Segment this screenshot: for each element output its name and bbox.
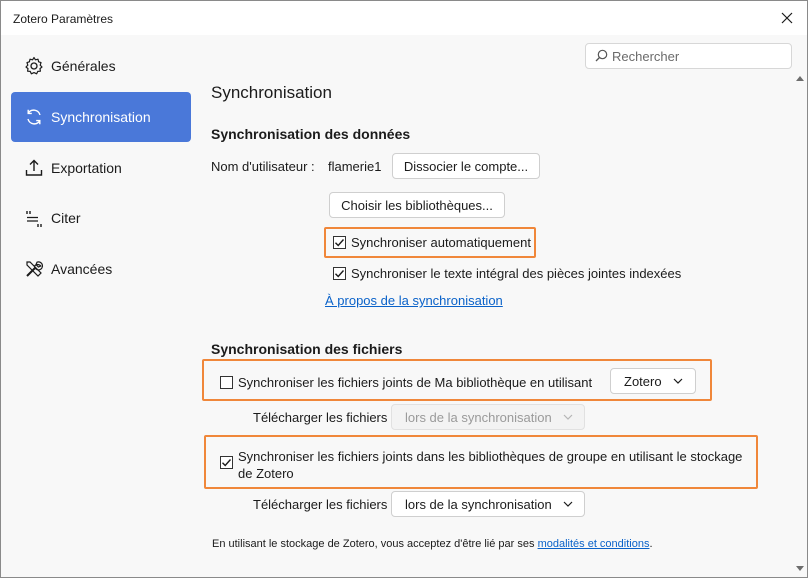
sync-service-value: Zotero	[624, 374, 662, 389]
username-value: flamerie1	[328, 159, 382, 174]
auto-sync-label: Synchroniser automatiquement	[351, 235, 531, 250]
data-sync-heading: Synchronisation des données	[211, 126, 411, 142]
checkmark-icon	[222, 459, 232, 467]
group-download-select[interactable]: lors de la synchronisation	[391, 491, 585, 517]
close-button[interactable]	[771, 5, 803, 31]
terms-link[interactable]: modalités et conditions	[538, 538, 650, 550]
sidebar-item-avancees[interactable]: Avancées	[11, 244, 191, 294]
chevron-down-icon	[563, 414, 573, 420]
preferences-window: Zotero Paramètres Générales Synchronisat…	[0, 0, 808, 578]
choose-libraries-button[interactable]: Choisir les bibliothèques...	[329, 192, 505, 218]
my-library-download-select: lors de la synchronisation	[391, 404, 585, 430]
sidebar-item-generales[interactable]: Générales	[11, 41, 191, 91]
sidebar-item-label: Générales	[51, 58, 116, 74]
my-library-sync-label: Synchroniser les fichiers joints de Ma b…	[238, 375, 593, 390]
about-sync-link[interactable]: À propos de la synchronisation	[325, 293, 503, 308]
scroll-up-icon[interactable]	[796, 75, 804, 83]
auto-sync-checkbox[interactable]	[333, 236, 346, 249]
file-sync-heading: Synchronisation des fichiers	[211, 341, 403, 357]
sidebar-item-label: Exportation	[51, 160, 122, 176]
sidebar-item-label: Citer	[51, 210, 81, 226]
sync-icon	[27, 109, 41, 125]
chevron-down-icon	[673, 378, 683, 384]
group-sync-label-line1: Synchroniser les fichiers joints dans le…	[238, 449, 743, 464]
sidebar-item-synchronisation[interactable]: Synchronisation	[11, 92, 191, 142]
fulltext-sync-row: Synchroniser le texte intégral des pièce…	[333, 266, 681, 281]
terms-prefix: En utilisant le stockage de Zotero, vous…	[212, 538, 535, 550]
checkmark-icon	[335, 239, 345, 247]
search-icon	[595, 49, 608, 62]
window-title: Zotero Paramètres	[13, 12, 114, 26]
gear-icon	[25, 56, 43, 75]
chevron-down-icon	[563, 501, 573, 507]
group-sync-checkbox[interactable]	[220, 456, 233, 469]
checkmark-icon	[335, 270, 345, 278]
auto-sync-row: Synchroniser automatiquement	[333, 235, 531, 250]
my-library-download-value: lors de la synchronisation	[405, 410, 552, 425]
group-sync-label-line2: de Zotero	[238, 466, 294, 481]
sidebar-item-label: Synchronisation	[51, 109, 151, 125]
tools-icon	[26, 261, 44, 277]
fulltext-sync-label: Synchroniser le texte intégral des pièce…	[351, 266, 682, 281]
username-label: Nom d'utilisateur :	[211, 159, 315, 174]
my-library-sync-row: Synchroniser les fichiers joints de Ma b…	[220, 375, 592, 390]
group-sync-row	[220, 456, 233, 469]
sync-service-select[interactable]: Zotero	[610, 368, 696, 394]
export-icon	[25, 159, 43, 176]
group-download-label: Télécharger les fichiers	[253, 497, 388, 512]
group-download-value: lors de la synchronisation	[405, 497, 552, 512]
close-icon	[781, 12, 793, 24]
terms-suffix: .	[649, 538, 653, 550]
sidebar-item-exportation[interactable]: Exportation	[11, 143, 191, 193]
sidebar-item-label: Avancées	[51, 261, 113, 277]
sidebar-item-citer[interactable]: Citer	[11, 193, 191, 243]
fulltext-sync-checkbox[interactable]	[333, 267, 346, 280]
unlink-account-button[interactable]: Dissocier le compte...	[392, 153, 540, 179]
search-input[interactable]	[612, 47, 788, 65]
sidebar: Générales Synchronisation Exportation Ci…	[1, 35, 201, 577]
terms-text: En utilisant le stockage de Zotero, vous…	[212, 538, 653, 550]
title-bar: Zotero Paramètres	[1, 1, 807, 35]
scroll-down-icon[interactable]	[796, 564, 804, 572]
my-library-download-label: Télécharger les fichiers	[253, 410, 388, 425]
search-box[interactable]	[585, 43, 792, 69]
cite-icon	[26, 211, 42, 227]
my-library-sync-checkbox[interactable]	[220, 376, 233, 389]
page-title: Synchronisation	[211, 83, 332, 102]
